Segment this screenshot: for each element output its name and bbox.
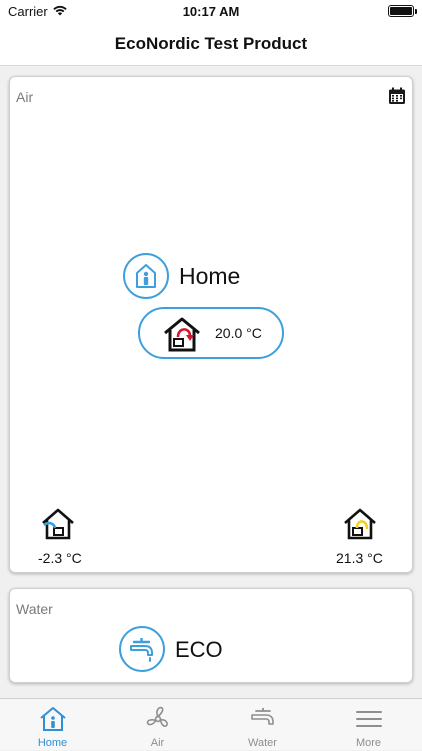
- outdoor-temperature-value: -2.3 °C: [38, 550, 82, 566]
- tab-air[interactable]: Air: [105, 699, 210, 751]
- home-mode-icon[interactable]: [123, 253, 169, 299]
- outdoor-house-icon: [42, 508, 74, 540]
- tab-water[interactable]: Water: [210, 699, 315, 751]
- tab-home[interactable]: Home: [0, 699, 105, 751]
- faucet-icon: [251, 708, 274, 725]
- status-bar: Carrier 10:17 AM: [0, 0, 422, 22]
- tab-home-label: Home: [37, 737, 68, 749]
- extract-house-icon: [344, 508, 376, 540]
- tab-bar: Home Air Water More: [0, 698, 422, 750]
- supply-temperature-value: 20.0 °C: [215, 325, 262, 341]
- water-mode-label: ECO: [175, 637, 223, 662]
- fan-icon: [146, 706, 168, 727]
- air-card[interactable]: Air Home 20.0 °C -2.3 °C 21.3 °C: [9, 76, 413, 573]
- battery-icon: [388, 5, 417, 17]
- page-title: EcoNordic Test Product: [114, 34, 308, 53]
- air-mode-label: Home: [179, 263, 241, 289]
- extract-temperature-value: 21.3 °C: [336, 550, 383, 566]
- menu-icon: [356, 711, 382, 727]
- tab-air-label: Air: [150, 737, 165, 749]
- home-icon: [40, 707, 66, 731]
- calendar-icon[interactable]: [388, 87, 406, 105]
- water-card-label: Water: [16, 601, 53, 617]
- supply-house-icon: [164, 317, 200, 352]
- supply-temperature-button[interactable]: 20.0 °C: [138, 307, 284, 359]
- tab-more-label: More: [355, 737, 382, 749]
- dashboard: Air Home 20.0 °C -2.3 °C 21.3 °C Water E…: [0, 67, 422, 698]
- navigation-bar: EcoNordic Test Product: [0, 22, 422, 66]
- clock: 10:17 AM: [182, 4, 240, 19]
- water-card[interactable]: Water ECO: [9, 588, 413, 683]
- faucet-eco-icon[interactable]: [119, 626, 165, 672]
- air-card-label: Air: [16, 89, 34, 105]
- tab-more[interactable]: More: [316, 699, 421, 751]
- tab-water-label: Water: [248, 737, 277, 749]
